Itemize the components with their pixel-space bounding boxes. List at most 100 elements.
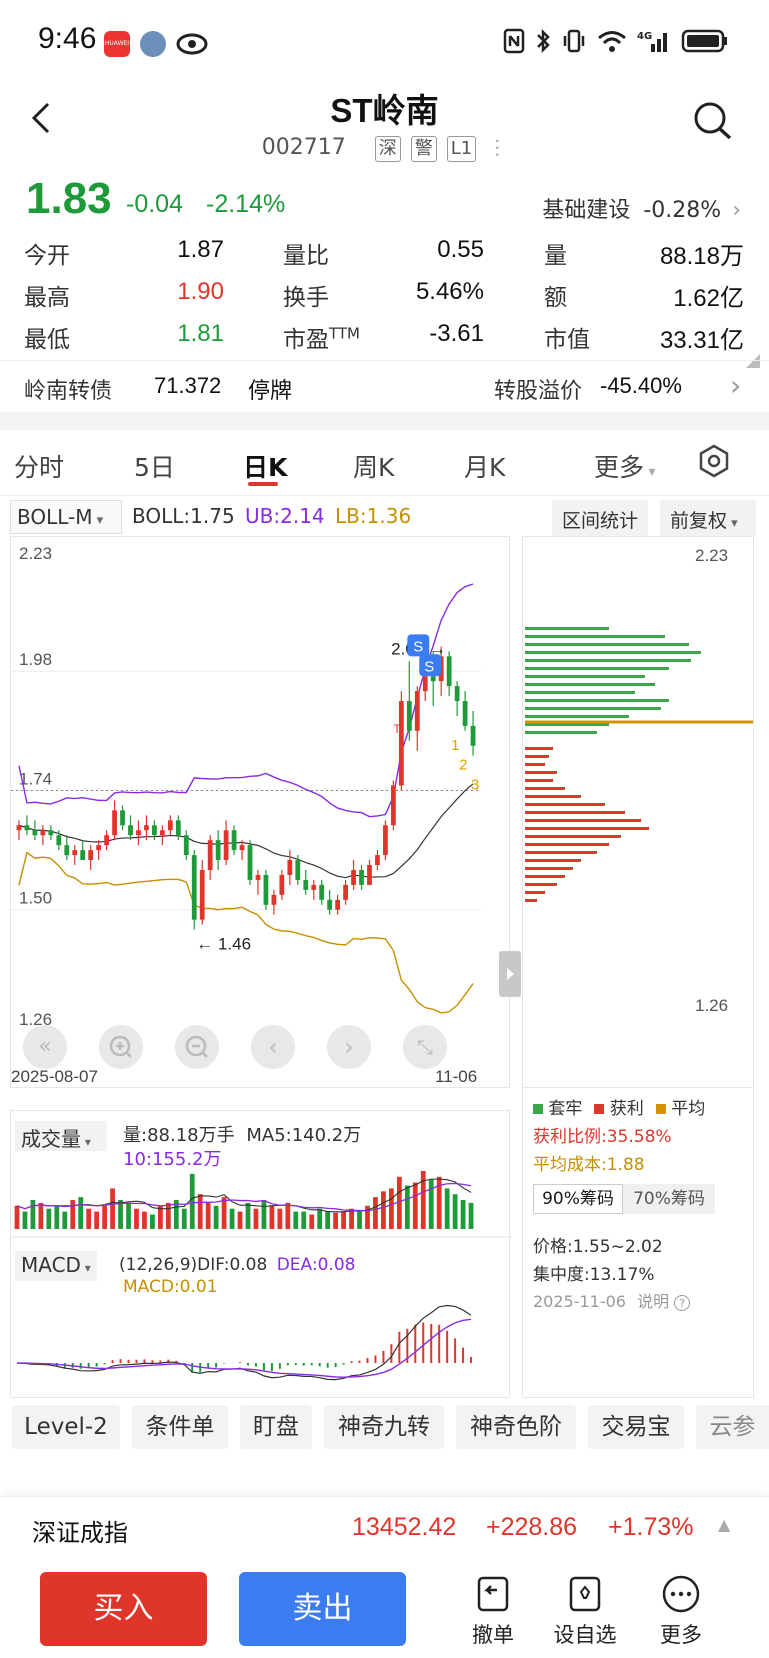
volume-ma5-line — [16, 1178, 472, 1213]
chip-bar-profit — [525, 843, 609, 846]
volume-values: 量:88.18万手 MA5:140.2万 — [123, 1121, 361, 1147]
volume-bar — [412, 1182, 418, 1229]
chip-explain-link[interactable]: 说明 ? — [637, 1292, 691, 1311]
candle-body — [16, 825, 22, 831]
tab-daily-k[interactable]: 日K — [243, 448, 287, 484]
chip-date: 2025-11-06 — [533, 1292, 626, 1311]
chip-explain-label: 说明 — [637, 1292, 670, 1311]
macd-dif: DIF:0.08 — [197, 1255, 268, 1275]
zoom-in-button[interactable] — [99, 1025, 143, 1069]
index-pct: +1.73% — [608, 1513, 694, 1541]
volume-bar — [452, 1194, 458, 1229]
chip-bar-trapped — [525, 627, 609, 630]
tab-more[interactable]: 更多 ▾ — [594, 448, 656, 484]
chip-bar-trapped — [525, 707, 661, 710]
tab-chip-70[interactable]: 70%筹码 — [623, 1184, 715, 1214]
chip-bar-profit — [525, 763, 545, 766]
candle-body — [80, 850, 86, 861]
tool-level2[interactable]: Level-2 — [12, 1405, 120, 1449]
tool-magic-nine[interactable]: 神奇九转 — [324, 1405, 444, 1449]
chip-bar-trapped — [525, 635, 665, 638]
tab-monthly-k[interactable]: 月K — [464, 448, 505, 484]
candle-body — [239, 845, 245, 851]
tab-chip-90[interactable]: 90%筹码 — [533, 1184, 623, 1214]
kline-chart[interactable]: 2.231.981.741.501.262.03 →← 1.46SST12320… — [10, 536, 521, 1088]
bluetooth-icon — [537, 28, 550, 54]
chip-bar-profit — [525, 787, 565, 790]
candle-body — [104, 835, 109, 846]
candle-body — [120, 810, 125, 826]
volume-bar — [389, 1188, 394, 1229]
cb-price: 71.372 — [154, 373, 222, 398]
index-ticker-bar[interactable]: 深证成指 13452.42 +228.86 +1.73% ▲ — [0, 1496, 769, 1558]
chip-bar-trapped — [525, 683, 655, 686]
volume-indicator-select[interactable]: 成交量 ▾ — [15, 1121, 107, 1151]
volume-ma10: 10:155.2万 — [123, 1149, 222, 1170]
eye-icon — [176, 32, 208, 60]
chip-bar-profit — [525, 883, 557, 886]
tab-weekly-k[interactable]: 周K — [353, 448, 394, 484]
sector-link[interactable]: 基础建设 -0.28% › — [542, 192, 741, 224]
volume-bar — [54, 1205, 60, 1229]
legend-average-label: 平均 — [671, 1099, 706, 1119]
volume-bar — [38, 1202, 44, 1229]
average-cost: 平均成本:1.88 — [533, 1155, 645, 1175]
adjust-select[interactable]: 前复权 ▾ — [660, 500, 756, 536]
macd-select-label: MACD — [21, 1253, 81, 1277]
add-watchlist-button[interactable]: 设自选 — [550, 1574, 620, 1649]
candle-body — [199, 869, 205, 920]
chip-distribution-panel[interactable]: 2.23 1.26 — [522, 536, 754, 1088]
fullscreen-button[interactable]: ⤡ — [403, 1025, 447, 1069]
chevron-right-icon: › — [344, 1033, 354, 1061]
tool-monitor[interactable]: 盯盘 — [240, 1405, 312, 1449]
scroll-left-button[interactable]: ‹ — [251, 1025, 295, 1069]
value-pe: -3.61 — [429, 320, 484, 347]
caret-up-icon[interactable]: ▲ — [718, 1515, 730, 1534]
tool-conditional-order[interactable]: 条件单 — [132, 1405, 228, 1449]
tool-cloud[interactable]: 云参 — [696, 1405, 769, 1449]
settings-hexagon-icon — [699, 444, 729, 478]
volume-bar — [253, 1208, 259, 1229]
chip-bar-profit — [525, 835, 621, 838]
candle-body — [367, 865, 372, 885]
more-dots-icon[interactable]: ⋮ — [487, 135, 507, 159]
tab-5day[interactable]: 5日 — [134, 448, 175, 484]
volume-bar — [221, 1197, 227, 1229]
convertible-bond-row[interactable]: 岭南转债 71.372 停牌 转股溢价 -45.40% › — [0, 360, 769, 410]
range-stats-button[interactable]: 区间统计 — [552, 500, 649, 536]
boll-lower-line — [18, 851, 474, 1014]
candle-body — [391, 785, 396, 826]
tool-trade-treasure[interactable]: 交易宝 — [588, 1405, 684, 1449]
indicator-select[interactable]: BOLL-M ▾ — [10, 500, 122, 534]
buy-button[interactable]: 买入 — [40, 1572, 207, 1646]
legend-trapped: 套牢 — [533, 1094, 582, 1119]
volume-bar — [181, 1208, 187, 1229]
scroll-start-button[interactable]: « — [23, 1025, 67, 1069]
value-turnover: 5.46% — [415, 278, 484, 305]
volume-bar — [70, 1200, 76, 1229]
macd-indicator-select[interactable]: MACD ▾ — [15, 1251, 97, 1281]
candle-body — [32, 830, 38, 836]
caret-down-icon: ▾ — [81, 1135, 91, 1149]
scroll-right-button[interactable]: › — [327, 1025, 371, 1069]
candle-body — [470, 725, 476, 746]
more-button[interactable]: 更多 — [646, 1574, 716, 1649]
sell-button[interactable]: 卖出 — [239, 1572, 406, 1646]
caret-down-icon: ▾ — [80, 1261, 91, 1275]
cancel-order-button[interactable]: 撤单 — [458, 1574, 528, 1649]
volume-macd-panel[interactable]: 成交量 ▾ 量:88.18万手 MA5:140.2万 10:155.2万 MAC… — [10, 1110, 511, 1398]
tool-magic-color[interactable]: 神奇色阶 — [456, 1405, 576, 1449]
volume-bar — [78, 1197, 84, 1229]
chip-bar-trapped — [525, 699, 669, 702]
tab-intraday[interactable]: 分时 — [14, 448, 64, 484]
4g-signal-icon: 4G — [637, 31, 667, 52]
volume-bar — [213, 1205, 219, 1229]
triangle-right-icon — [507, 968, 514, 980]
search-button[interactable] — [692, 100, 734, 142]
candle-body — [359, 869, 364, 885]
price-change-pct: -2.14% — [206, 190, 286, 218]
chart-settings-button[interactable] — [697, 444, 731, 482]
collapse-chips-handle[interactable] — [499, 951, 521, 997]
avatar-icon — [140, 31, 166, 57]
zoom-out-button[interactable] — [175, 1025, 219, 1069]
